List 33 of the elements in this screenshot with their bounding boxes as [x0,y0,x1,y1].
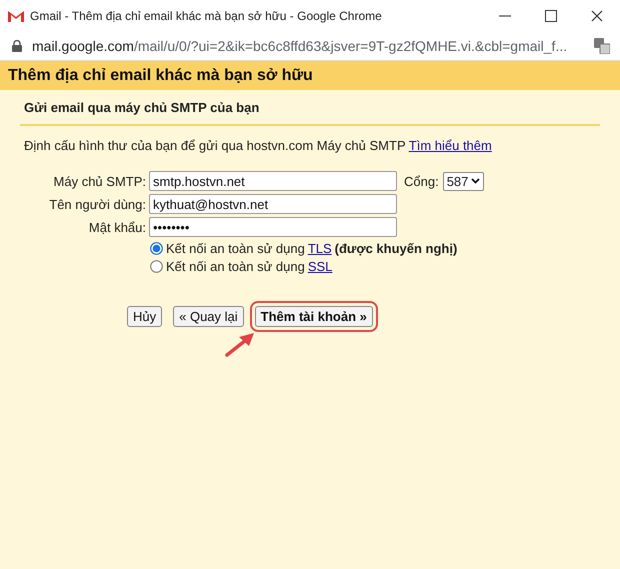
input-field[interactable]: •••••••• [149,217,397,237]
port-label: Cổng: [404,174,439,188]
radio-button[interactable] [150,242,163,255]
radio-label: Kết nối an toàn sử dụng [166,241,305,256]
field-label: Tên người dùng: [48,196,146,212]
radio-label: Kết nối an toàn sử dụng [166,259,305,274]
url-path: /mail/u/0/?ui=2&ik=bc6c8ffd63&jsver=9T-gz2fQMHE.vi.&cbl=gmail_f... [134,38,568,54]
port-dropdown[interactable]: 587 [442,172,484,190]
address-bar[interactable]: mail.google.com/mail/u/0/?ui=2&ik=bc6c8ffd63&jsver=9T-gz2fQMHE.vi.&cbl=gmail_f... [32,38,578,54]
radio-button[interactable] [150,260,163,273]
url-host: mail.google.com [32,38,134,54]
window-title: Gmail - Thêm địa chỉ email khác mà bạn sở hữu - Google Chrome [30,9,383,23]
dialog-button[interactable]: « Quay lại [173,306,244,327]
lock-icon [12,40,22,52]
translate-icon[interactable] [594,38,610,54]
input-field[interactable]: kythuat@hostvn.net [149,194,397,214]
input-field[interactable]: smtp.hostvn.net [149,171,397,191]
field-label: Máy chủ SMTP: [52,174,146,188]
field-label: Mật khẩu: [88,220,146,234]
annotation-arrow [224,332,256,358]
gmail-logo-icon [8,10,24,22]
chevron-down-icon [471,178,480,184]
dialog-button[interactable]: Hủy [127,306,162,327]
protocol-link[interactable]: TLS [308,241,332,256]
learn-more-link[interactable]: Tìm hiểu thêm [408,138,492,153]
section-title: Gửi email qua máy chủ SMTP của bạn [20,90,600,126]
intro-text: Định cấu hình thư của bạn để gửi qua hostvn.com Máy chủ SMTP [24,138,406,153]
maximize-icon [545,10,557,22]
close-icon [591,10,603,22]
minimize-icon [499,15,511,17]
dialog-title: Thêm địa chỉ email khác mà bạn sở hữu [0,61,620,90]
protocol-link[interactable]: SSL [308,259,332,274]
recommended-note: (được khuyến nghị) [334,241,458,256]
